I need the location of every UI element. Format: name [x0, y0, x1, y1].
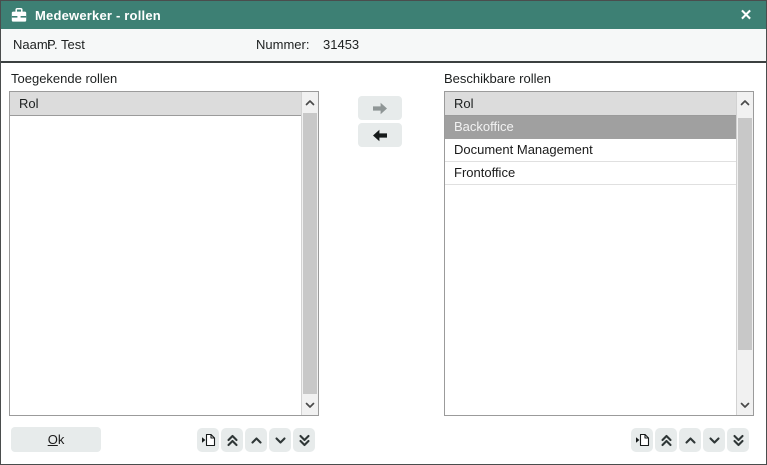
titlebar[interactable]: Medewerker - rollen ✕: [1, 1, 766, 29]
move-top-button[interactable]: [655, 428, 677, 452]
dialog-medewerker-rollen: Medewerker - rollen ✕ Naam: P. Test Numm…: [0, 0, 767, 465]
move-top-button[interactable]: [221, 428, 243, 452]
assigned-roles-toolbar: [197, 428, 315, 452]
chevron-up-icon[interactable]: [737, 92, 753, 113]
move-bottom-button[interactable]: [293, 428, 315, 452]
available-roles-rows: Backoffice Document Management Frontoffi…: [445, 116, 736, 415]
double-chevron-up-icon: [660, 434, 673, 447]
assigned-roles-label: Toegekende rollen: [11, 71, 117, 86]
list-item[interactable]: Backoffice: [445, 116, 736, 139]
available-roles-toolbar: [631, 428, 749, 452]
number-value: 31453: [323, 29, 359, 61]
assigned-roles-list: Rol: [9, 91, 319, 416]
chevron-down-icon[interactable]: [737, 394, 753, 415]
chevron-up-icon[interactable]: [302, 92, 318, 113]
scrollbar-thumb[interactable]: [303, 113, 317, 394]
insert-page-icon: [635, 433, 650, 447]
scrollbar-thumb[interactable]: [738, 118, 752, 350]
screen: Medewerker - rollen ✕ Naam: P. Test Numm…: [0, 0, 767, 465]
move-up-button[interactable]: [245, 428, 267, 452]
double-chevron-down-icon: [732, 434, 745, 447]
move-down-button[interactable]: [703, 428, 725, 452]
insert-page-button[interactable]: [197, 428, 219, 452]
number-label: Nummer:: [256, 29, 309, 61]
list-item[interactable]: Frontoffice: [445, 162, 736, 185]
move-down-button[interactable]: [269, 428, 291, 452]
chevron-up-icon: [684, 436, 697, 445]
move-left-button[interactable]: [358, 123, 402, 147]
insert-page-button[interactable]: [631, 428, 653, 452]
chevron-up-icon: [250, 436, 263, 445]
move-up-button[interactable]: [679, 428, 701, 452]
available-roles-scrollbar[interactable]: [736, 92, 753, 415]
available-roles-label: Beschikbare rollen: [444, 71, 551, 86]
available-roles-list: Rol Backoffice Document Management Front…: [444, 91, 754, 416]
chevron-down-icon: [274, 436, 287, 445]
move-bottom-button[interactable]: [727, 428, 749, 452]
close-icon[interactable]: ✕: [732, 1, 760, 29]
assigned-roles-column-header[interactable]: Rol: [10, 92, 301, 116]
dialog-title: Medewerker - rollen: [35, 8, 161, 23]
assigned-roles-rows[interactable]: [10, 116, 301, 415]
double-chevron-down-icon: [298, 434, 311, 447]
employee-info-row: Naam: P. Test Nummer: 31453: [1, 29, 766, 63]
chevron-down-icon[interactable]: [302, 394, 318, 415]
assigned-roles-scrollbar[interactable]: [301, 92, 318, 415]
insert-page-icon: [201, 433, 216, 447]
available-roles-column-header[interactable]: Rol: [445, 92, 736, 116]
ok-button[interactable]: Ok: [11, 427, 101, 452]
double-chevron-up-icon: [226, 434, 239, 447]
name-label: Naam:: [13, 29, 51, 61]
arrow-right-icon: [372, 102, 388, 115]
move-right-button[interactable]: [358, 96, 402, 120]
arrow-left-icon: [372, 129, 388, 142]
briefcase-icon: [11, 8, 27, 23]
chevron-down-icon: [708, 436, 721, 445]
name-value: P. Test: [47, 29, 85, 61]
list-item[interactable]: Document Management: [445, 139, 736, 162]
